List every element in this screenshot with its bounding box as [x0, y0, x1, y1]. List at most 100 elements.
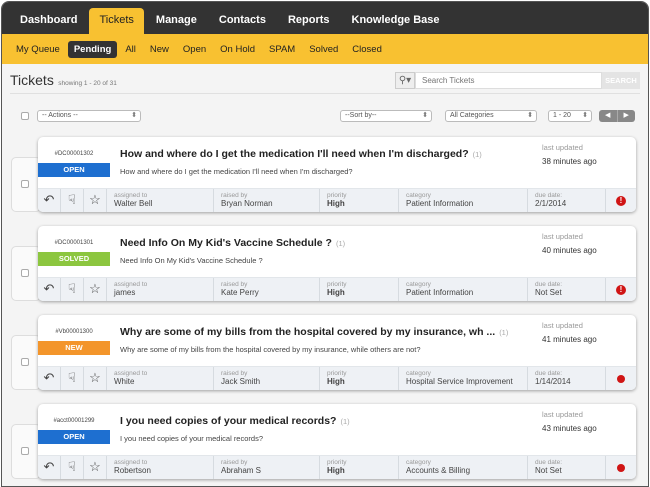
ticket-id: #DC00001302 [54, 151, 94, 157]
ticket-card[interactable]: #DC00001301 SOLVED Need Info On My Kid's… [38, 226, 636, 301]
subnav-my-queue[interactable]: My Queue [10, 41, 66, 58]
subnav-new[interactable]: New [144, 41, 175, 58]
priority-value: High [327, 377, 345, 386]
ticket-checkbox[interactable] [21, 269, 29, 277]
due-label: due date: [535, 459, 563, 466]
alert-indicator [606, 456, 636, 479]
status-badge: SOLVED [38, 252, 110, 266]
last-updated-value: 41 minutes ago [542, 335, 597, 344]
assigned-value: Walter Bell [114, 199, 153, 208]
assigned-label: assigned to [114, 370, 148, 377]
subnav-closed[interactable]: Closed [346, 41, 388, 58]
ticket-subject[interactable]: Why are some of my bills from the hospit… [120, 326, 520, 338]
actions-select[interactable]: -- Actions -- [37, 110, 141, 122]
ticket-checkbox[interactable] [21, 447, 29, 455]
page-title: Tickets [10, 72, 54, 88]
star-icon[interactable]: ☆ [84, 189, 107, 212]
assigned-field: assigned to Robertson [107, 456, 214, 479]
raised-value: Kate Perry [221, 288, 259, 297]
due-value: 2/1/2014 [535, 199, 567, 208]
assigned-field: assigned to Walter Bell [107, 189, 214, 212]
priority-label: priority [327, 459, 347, 466]
raised-field: raised by Bryan Norman [214, 189, 320, 212]
subnav-pending[interactable]: Pending [67, 40, 118, 58]
last-updated-label: last updated [542, 410, 583, 419]
priority-label: priority [327, 370, 347, 377]
next-page-button[interactable]: ▶ [618, 110, 636, 122]
star-icon[interactable]: ☆ [84, 367, 107, 390]
assigned-field: assigned to White [107, 367, 214, 390]
due-value: 1/14/2014 [535, 377, 571, 386]
ticket-subject[interactable]: I you need copies of your medical record… [120, 415, 520, 427]
reply-icon[interactable]: ↶ [38, 278, 61, 301]
reply-icon[interactable]: ↶ [38, 456, 61, 479]
ticket-subject[interactable]: Need Info On My Kid's Vaccine Schedule ?… [120, 237, 520, 249]
raised-value: Bryan Norman [221, 199, 273, 208]
ticket-preview: Need Info On My Kid's Vaccine Schedule ? [120, 256, 263, 265]
assigned-value: Robertson [114, 466, 151, 475]
ticket-card[interactable]: #Vb00001300 NEW Why are some of my bills… [38, 315, 636, 390]
assign-hand-icon[interactable]: ☟ [61, 278, 84, 301]
nav-tab-reports[interactable]: Reports [278, 8, 340, 34]
ticket-card[interactable]: #acct00001299 OPEN I you need copies of … [38, 404, 636, 479]
subnav-solved[interactable]: Solved [303, 41, 344, 58]
ticket-meta: ↶ ☟ ☆ assigned to james raised by Kate Per… [38, 277, 636, 301]
ticket-checkbox[interactable] [21, 358, 29, 366]
category-field: category Accounts & Billing [399, 456, 528, 479]
priority-field: priority High [320, 367, 399, 390]
prev-page-button[interactable]: ◀ [599, 110, 618, 122]
reply-count: (1) [340, 417, 350, 426]
subnav-on-hold[interactable]: On Hold [214, 41, 261, 58]
top-nav: Dashboard Tickets Manage Contacts Reports Kno… [2, 2, 648, 34]
assign-hand-icon[interactable]: ☟ [61, 189, 84, 212]
range-select[interactable]: 1 - 20 [548, 110, 592, 122]
status-dot-icon [617, 463, 625, 472]
assign-hand-icon[interactable]: ☟ [61, 456, 84, 479]
alert-icon: ! [616, 284, 626, 295]
nav-tab-dashboard[interactable]: Dashboard [10, 8, 87, 34]
assigned-label: assigned to [114, 459, 148, 466]
ticket-checkbox[interactable] [21, 180, 29, 188]
last-updated-label: last updated [542, 321, 583, 330]
assign-hand-icon[interactable]: ☟ [61, 367, 84, 390]
ticket-meta: ↶ ☟ ☆ assigned to Walter Bell raised by Br… [38, 188, 636, 212]
reply-icon[interactable]: ↶ [38, 367, 61, 390]
due-value: Not Set [535, 466, 562, 475]
page-header: Tickets showing 1 - 20 of 31 ⚲▾ SEARCH [10, 72, 640, 94]
subnav-all[interactable]: All [119, 41, 142, 58]
assigned-field: assigned to james [107, 278, 214, 301]
nav-tab-tickets[interactable]: Tickets [89, 8, 144, 34]
status-badge: OPEN [38, 163, 110, 177]
ticket-card[interactable]: #DC00001302 OPEN How and where do I get … [38, 137, 636, 212]
nav-tab-contacts[interactable]: Contacts [209, 8, 276, 34]
star-icon[interactable]: ☆ [84, 456, 107, 479]
alert-icon: ! [616, 195, 626, 206]
star-icon[interactable]: ☆ [84, 278, 107, 301]
due-label: due date: [535, 281, 563, 288]
last-updated-label: last updated [542, 143, 583, 152]
sort-select[interactable]: --Sort by-- [340, 110, 432, 122]
ticket-subject[interactable]: How and where do I get the medication I'… [120, 148, 520, 160]
ticket-select-tab [11, 246, 41, 301]
search-icon[interactable]: ⚲▾ [395, 72, 415, 89]
status-badge: OPEN [38, 430, 110, 444]
subject-text[interactable]: Why are some of my bills from the hospit… [120, 326, 495, 338]
search-button[interactable]: SEARCH [602, 72, 640, 89]
due-field: due date: Not Set [528, 456, 606, 479]
subject-text[interactable]: Need Info On My Kid's Vaccine Schedule ? [120, 237, 332, 249]
subnav-open[interactable]: Open [177, 41, 212, 58]
ticket-meta: ↶ ☟ ☆ assigned to Robertson raised by Abra… [38, 455, 636, 479]
ticket-meta: ↶ ☟ ☆ assigned to White raised by Jack Smi… [38, 366, 636, 390]
subnav-spam[interactable]: SPAM [263, 41, 301, 58]
select-all-checkbox[interactable] [21, 112, 29, 120]
due-value: Not Set [535, 288, 562, 297]
search-input[interactable] [415, 72, 602, 89]
subject-text[interactable]: I you need copies of your medical record… [120, 415, 336, 427]
reply-icon[interactable]: ↶ [38, 189, 61, 212]
subject-text[interactable]: How and where do I get the medication I'… [120, 148, 469, 160]
category-select[interactable]: All Categories [445, 110, 537, 122]
status-badge: NEW [38, 341, 110, 355]
raised-value: Abraham S [221, 466, 262, 475]
nav-tab-knowledge-base[interactable]: Knowledge Base [342, 8, 450, 34]
nav-tab-manage[interactable]: Manage [146, 8, 207, 34]
